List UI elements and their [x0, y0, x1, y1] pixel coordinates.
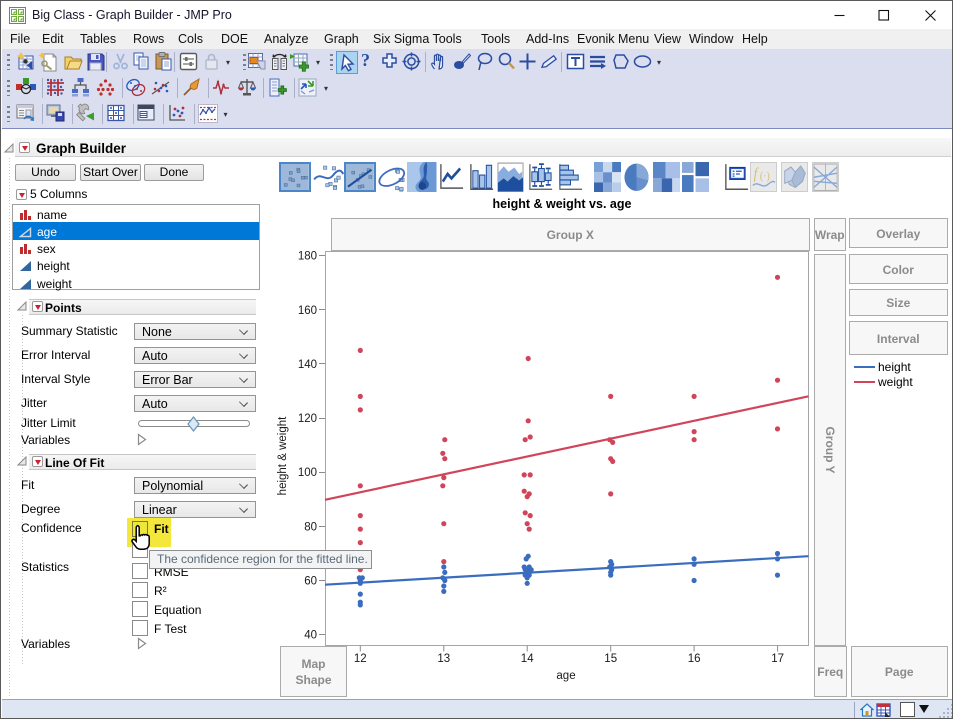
svg-text:80: 80	[304, 521, 317, 533]
svg-text:60: 60	[304, 576, 317, 588]
svg-text:12: 12	[354, 653, 367, 665]
svg-text:age: age	[556, 670, 575, 682]
svg-text:140: 140	[298, 359, 317, 371]
svg-text:14: 14	[521, 653, 534, 665]
svg-text:180: 180	[298, 251, 317, 263]
svg-text:160: 160	[298, 305, 317, 317]
svg-text:16: 16	[688, 653, 701, 665]
svg-text:40: 40	[304, 630, 317, 642]
svg-text:13: 13	[437, 653, 450, 665]
svg-text:height & weight: height & weight	[277, 416, 289, 495]
svg-text:15: 15	[604, 653, 617, 665]
svg-text:120: 120	[298, 413, 317, 425]
svg-text:17: 17	[771, 653, 784, 665]
svg-text:100: 100	[298, 467, 317, 479]
